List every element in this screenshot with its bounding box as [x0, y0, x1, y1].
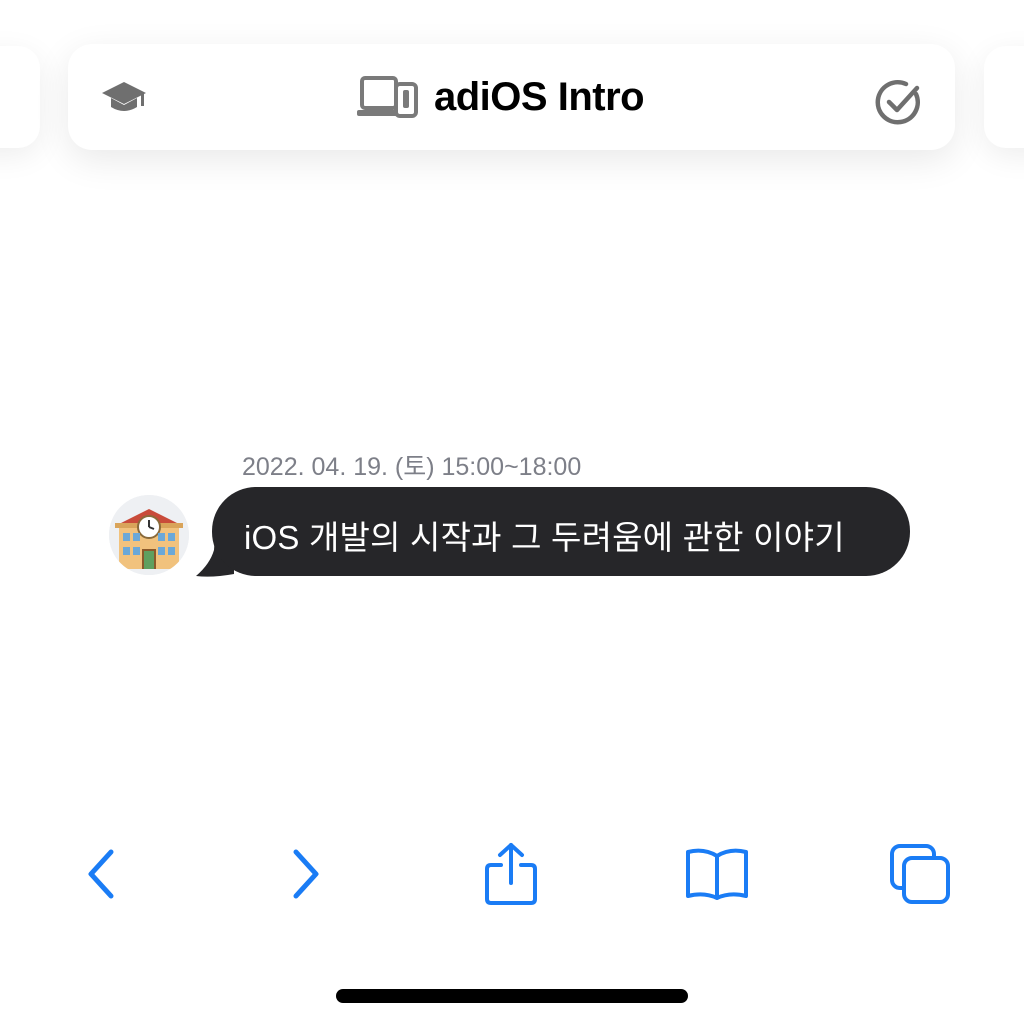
share-button[interactable]: [471, 834, 551, 914]
site-header-card: adiOS Intro: [68, 44, 955, 150]
forward-button[interactable]: [266, 834, 346, 914]
next-tab-card[interactable]: [984, 46, 1024, 148]
forward-chevron-icon: [293, 849, 319, 899]
header-title-group: adiOS Intro: [356, 72, 645, 122]
browser-page: adiOS Intro 2022. 04. 19. (토) 15:00~18:0…: [0, 0, 1024, 1024]
back-button[interactable]: [61, 834, 141, 914]
share-icon: [485, 843, 537, 905]
home-indicator[interactable]: [336, 989, 688, 1003]
event-date-label: 2022. 04. 19. (토) 15:00~18:00: [242, 453, 582, 481]
back-chevron-icon: [88, 849, 114, 899]
bookmarks-button[interactable]: [677, 834, 757, 914]
school-building-icon: [109, 495, 189, 575]
graduation-cap-icon[interactable]: [100, 78, 148, 118]
previous-tab-card[interactable]: [0, 46, 40, 148]
tabs-button[interactable]: [880, 834, 960, 914]
message-text: iOS 개발의 시작과 그 두려움에 관한 이야기: [244, 519, 845, 556]
devices-icon: [356, 74, 420, 120]
bookmarks-book-icon: [686, 848, 748, 900]
checkmark-circle-icon[interactable]: [872, 76, 924, 128]
tabs-icon: [890, 844, 950, 904]
page-title: adiOS Intro: [434, 74, 645, 119]
message-bubble: iOS 개발의 시작과 그 두려움에 관한 이야기: [212, 487, 910, 576]
